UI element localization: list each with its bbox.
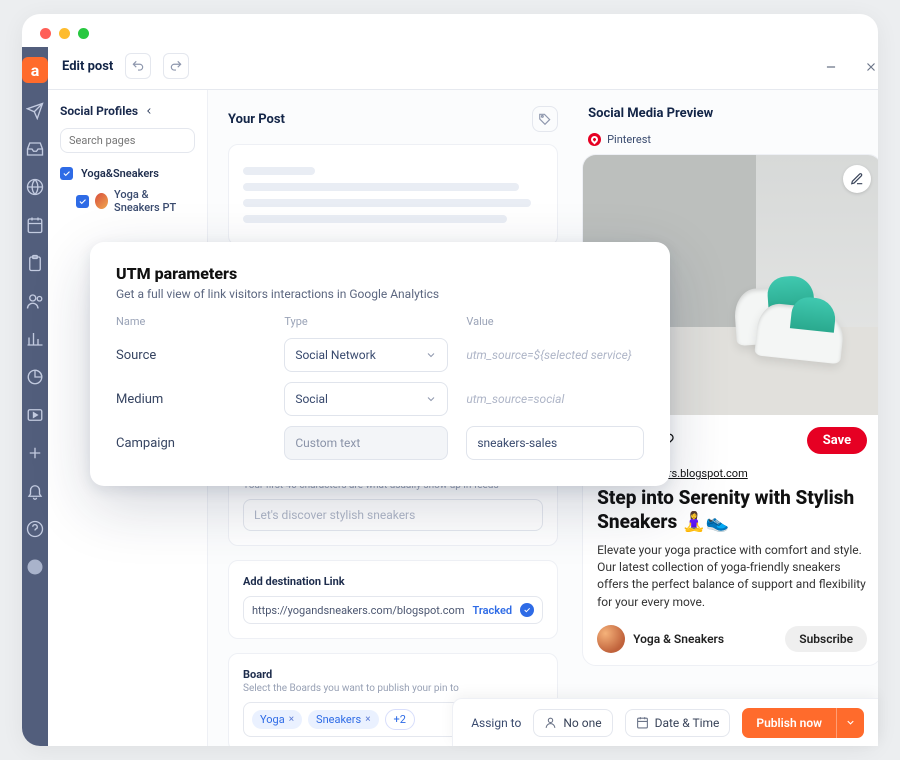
minimize-window-dot[interactable] — [59, 28, 70, 39]
tag-button[interactable] — [532, 106, 558, 132]
utm-row-campaign-type[interactable]: Custom text — [284, 426, 448, 460]
checkbox-checked-icon[interactable] — [76, 195, 89, 208]
preview-network: Pinterest — [607, 133, 651, 146]
utm-row-source-name: Source — [116, 348, 266, 363]
author-avatar — [597, 625, 625, 653]
nav-media-icon[interactable] — [25, 405, 45, 425]
nav-dashboard-icon[interactable] — [25, 367, 45, 387]
editor-toolbar: Edit post — [48, 47, 878, 90]
publish-dropdown[interactable] — [836, 708, 864, 738]
zoom-window-dot[interactable] — [78, 28, 89, 39]
preview-heading: Social Media Preview — [588, 106, 878, 121]
save-button[interactable]: Save — [807, 427, 867, 454]
destination-link-value: https://yogandsneakers.com/blogspot.com — [252, 604, 464, 617]
toolbar-title: Edit post — [62, 59, 113, 74]
assignee-picker[interactable]: No one — [533, 709, 612, 737]
close-icon[interactable] — [864, 59, 878, 73]
mac-traffic-lights — [22, 14, 878, 47]
datetime-label: Date & Time — [655, 716, 720, 730]
subscribe-button[interactable]: Subscribe — [785, 626, 867, 652]
profiles-heading-label: Social Profiles — [60, 104, 138, 118]
nav-add-icon[interactable] — [25, 443, 45, 463]
chevron-down-icon — [425, 349, 437, 361]
utm-row-medium-name: Medium — [116, 392, 266, 407]
minimize-icon[interactable] — [824, 59, 838, 73]
nav-bell-icon[interactable] — [25, 481, 45, 501]
utm-row-campaign-name: Campaign — [116, 436, 266, 451]
utm-col-value: Value — [466, 315, 644, 328]
utm-row-campaign-value-input[interactable]: sneakers-sales — [466, 426, 644, 460]
app-window: a Edit post — [22, 14, 878, 746]
edit-image-button[interactable] — [843, 165, 871, 193]
nav-user-avatar[interactable] — [25, 557, 45, 577]
profile-item[interactable]: Yoga&Sneakers — [60, 167, 195, 180]
utm-row-medium-value: utm_source=social — [466, 392, 644, 406]
publish-bar: Assign to No one Date & Time Publish now — [452, 698, 878, 746]
datetime-picker[interactable]: Date & Time — [625, 709, 731, 737]
nav-calendar-icon[interactable] — [25, 215, 45, 235]
pinterest-icon — [588, 133, 601, 146]
nav-help-icon[interactable] — [25, 519, 45, 539]
publish-now-button[interactable]: Publish now — [742, 708, 836, 738]
user-icon — [544, 716, 557, 729]
utm-row-source-value: utm_source=${selected service} — [466, 348, 644, 362]
calendar-icon — [636, 716, 649, 729]
search-input[interactable] — [69, 134, 209, 147]
profile-avatar — [95, 193, 108, 209]
nav-rail: a — [22, 47, 48, 746]
profiles-heading[interactable]: Social Profiles — [60, 104, 195, 118]
author-name: Yoga & Sneakers — [633, 632, 724, 646]
preview-description: Elevate your yoga practice with comfort … — [597, 542, 867, 612]
nav-globe-icon[interactable] — [25, 177, 45, 197]
check-icon — [520, 603, 534, 617]
chevron-left-icon — [144, 106, 154, 116]
field-help: Select the Boards you want to publish yo… — [243, 683, 543, 694]
remove-icon[interactable]: × — [289, 714, 294, 725]
nav-inbox-icon[interactable] — [25, 139, 45, 159]
assignee-value: No one — [563, 716, 601, 730]
tracked-badge: Tracked — [472, 604, 512, 617]
utm-modal-title: UTM parameters — [116, 264, 644, 283]
undo-button[interactable] — [125, 53, 151, 79]
utm-parameters-modal: UTM parameters Get a full view of link v… — [90, 242, 670, 486]
profile-label: Yoga&Sneakers — [81, 167, 159, 180]
close-window-dot[interactable] — [40, 28, 51, 39]
post-skeleton-card — [228, 144, 558, 246]
destination-link-card: Add destination Link https://yogandsneak… — [228, 560, 558, 639]
field-label: Add destination Link — [243, 575, 543, 588]
utm-modal-subtitle: Get a full view of link visitors interac… — [116, 287, 644, 301]
nav-analytics-icon[interactable] — [25, 329, 45, 349]
utm-col-name: Name — [116, 315, 266, 328]
title-input[interactable]: Let's discover stylish sneakers — [243, 499, 543, 531]
publish-button-group: Publish now — [742, 708, 864, 738]
profile-label: Yoga & Sneakers PT — [114, 188, 195, 214]
utm-row-source-type-select[interactable]: Social Network — [284, 338, 448, 372]
utm-row-medium-type-select[interactable]: Social — [284, 382, 448, 416]
nav-users-icon[interactable] — [25, 291, 45, 311]
nav-clipboard-icon[interactable] — [25, 253, 45, 273]
editor-heading: Your Post — [228, 112, 285, 127]
profile-item-child[interactable]: Yoga & Sneakers PT — [76, 188, 195, 214]
board-more-chip[interactable]: +2 — [385, 709, 415, 730]
assign-label: Assign to — [471, 716, 521, 730]
preview-title: Step into Serenity with Stylish Sneakers… — [597, 486, 867, 534]
utm-col-type: Type — [284, 315, 448, 328]
app-logo[interactable]: a — [22, 57, 48, 83]
board-chip[interactable]: Sneakers× — [308, 710, 378, 729]
nav-send-icon[interactable] — [25, 101, 45, 121]
field-label: Board — [243, 668, 543, 681]
redo-button[interactable] — [163, 53, 189, 79]
chevron-down-icon — [845, 717, 856, 728]
board-chip[interactable]: Yoga× — [252, 710, 302, 729]
profiles-search[interactable] — [60, 128, 195, 153]
chevron-down-icon — [425, 393, 437, 405]
checkbox-checked-icon[interactable] — [60, 167, 73, 180]
destination-link-input[interactable]: https://yogandsneakers.com/blogspot.com … — [243, 596, 543, 624]
remove-icon[interactable]: × — [365, 714, 370, 725]
